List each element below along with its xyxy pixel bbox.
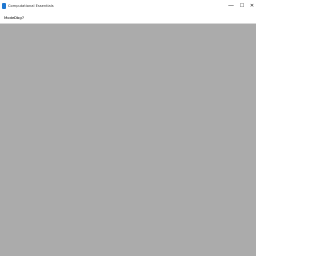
maximize-button[interactable]: ☐: [237, 1, 247, 11]
window-title: Computational Essentials: [8, 4, 54, 8]
main-canvas[interactable]: [0, 24, 256, 256]
app-icon: [2, 3, 6, 9]
menu-bar: Mode Dbg ?: [0, 12, 256, 24]
minimize-button[interactable]: —: [226, 1, 236, 11]
close-button[interactable]: ✕: [247, 1, 257, 11]
title-bar: Computational Essentials — ☐ ✕: [0, 0, 256, 12]
menu-item-debug[interactable]: Dbg: [14, 14, 22, 21]
menu-item-mode[interactable]: Mode: [4, 14, 14, 21]
menu-item-help[interactable]: ?: [22, 14, 24, 21]
